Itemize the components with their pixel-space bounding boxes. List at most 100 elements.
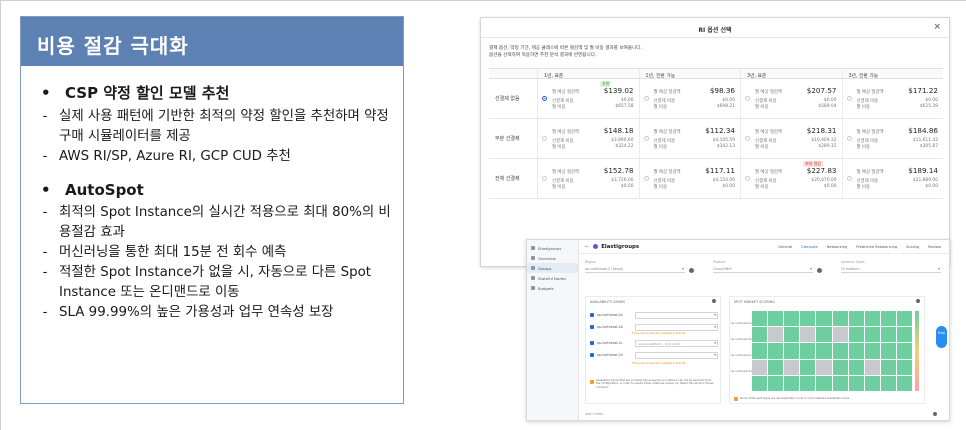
ri-option-cell[interactable]: 월 예상 절감액 $171.22 선결제 비용 $0.00 월 비용 $625.39 [841,79,944,118]
value-amount: $218.31 [806,126,837,135]
checkbox[interactable] [590,353,594,357]
radio-button[interactable] [846,136,852,141]
tab-review[interactable]: Review [928,245,941,249]
value-line: 월 비용 $0.00 [755,184,837,190]
heatmap-cell [832,311,848,327]
subnet-select[interactable]: subnet-0a8f4ec5 - 10.0.1.0/24 [635,339,718,347]
ri-option-cell[interactable]: 월 예상 절감액 $152.78 선결제 비용 $3,726.00 월 비용 $0.00 [537,159,639,198]
heatmap-cell [880,375,896,391]
panel-body: • CSP 약정 할인 모델 추천 - 실제 사용 패턴에 기반한 최적의 약정 할… [21,66,403,323]
stateful-nodes-icon [531,276,535,280]
tab-scaling[interactable]: Scaling [906,245,919,249]
list-item: - 최적의 Spot Instance의 실시간 적용으로 최대 80%의 비용절… [42,205,391,240]
value-amount: $227.83 [806,166,837,175]
list-item: - AWS RI/SP, Azure RI, GCP CUD 추천 [42,149,291,164]
heatmap-cell [816,375,832,391]
sidebar-item-overview[interactable]: Overview [527,253,578,263]
info-icon [817,268,822,273]
value-line: 월 비용 $0.00 [654,184,736,190]
heatmap-cell [784,343,800,359]
ri-option-cell[interactable]: 최대 절감 월 예상 절감액 $227.83 선결제 비용 $20,470.00 월 비용… [740,159,842,198]
radio-button[interactable] [542,176,547,181]
instance-types-select[interactable]: Instance Types t3.medium [841,260,941,273]
sidebar-item-stateful-nodes[interactable]: Stateful Nodes [527,273,578,283]
subnet-select[interactable] [635,351,718,359]
radio-button[interactable] [542,136,547,141]
value-line: 월 비용 $698.21 [654,104,736,110]
ri-option-cell[interactable]: 월 예상 절감액 $189.14 선결제 비용 $21,889.00 월 비용 $0.00 [841,159,944,198]
section-heading-autospot: • AutoSpot [41,181,144,199]
value-amount: $117.11 [705,166,735,175]
region-select[interactable]: Region ap-northeast-2 (Seoul) [585,260,685,273]
product-select[interactable]: Product Linux/UNIX [713,260,813,273]
heatmap-cell [880,311,896,327]
help-tab[interactable]: Help [936,326,947,348]
tab-compute[interactable]: Compute [801,245,817,249]
checkbox[interactable] [590,313,594,317]
heatmap-cell [864,311,880,327]
radio-button[interactable] [542,96,547,101]
value-label: 월 예상 절감액 [856,130,884,135]
ri-option-cell[interactable]: 월 예상 절감액 $218.31 선결제 비용 $10,409.32 월 비용 $289.… [740,119,842,158]
section-heading-csp: • CSP 약정 할인 모델 추천 [41,84,230,102]
back-arrow-icon[interactable]: ← [585,244,589,250]
az-row: ap-northeast-2d [590,351,718,359]
ri-option-cell[interactable]: 월 예상 절감액 $207.57 선결제 비용 $0.00 월 비용 $589.04 [740,79,842,118]
zone-warning: There are no subnets available in this A… [632,362,686,365]
ri-option-cell[interactable]: 월 예상 절감액 $184.86 선결제 비용 $11,611.42 월 비용 $305.… [841,119,944,158]
heatmap-cell [832,343,848,359]
ri-option-cell[interactable]: 월 예상 절감액 $98.36 선결제 비용 $0.00 월 비용 $698.21 [638,79,741,118]
tab-predictive-rebalancing[interactable]: Predictive Rebalancing [856,245,897,249]
value-label: 월 비용 [755,144,769,150]
ri-option-cell[interactable]: 월 예상 절감액 $117.11 선결제 비용 $4,154.00 월 비용 $0.00 [638,159,741,198]
sidebar-item-elastigroups[interactable]: Elastigroups [527,243,578,253]
value-line: 월 예상 절감액 $98.36 [654,86,736,95]
heatmap-row-label: ap-northeast-2a [731,322,752,325]
radio-button[interactable] [643,136,649,141]
ri-option-cell[interactable]: 추천 월 예상 절감액 $139.02 선결제 비용 $0.00 월 비용 $657.58 [537,79,639,118]
tab-general[interactable]: General [778,245,792,249]
heatmap-cell [800,311,816,327]
value-amount: $112.34 [705,126,735,135]
value-label: 월 비용 [856,144,871,150]
heatmap-cell [864,343,880,359]
value-label: 월 비용 [856,184,871,190]
ri-option-cell[interactable]: 월 예상 절감액 $112.34 선결제 비용 $4,105.59 월 비용 $342.1… [638,119,741,158]
value-label: 월 예상 절감액 [653,90,681,95]
az-row: ap-northeast-2b [590,323,718,331]
info-icon [933,412,937,416]
availability-zones-panel: AVAILABILITY ZONES ap-northeast-2a ap-no… [585,296,721,404]
sidebar-item-groups[interactable]: Groups [527,263,578,273]
subnet-select[interactable] [635,311,718,319]
close-icon[interactable]: × [933,22,941,32]
radio-button[interactable] [643,176,649,181]
heatmap-cell [896,343,912,359]
radio-button[interactable] [643,96,649,101]
value-amount: $289.15 [818,143,837,149]
heatmap-cell [832,359,848,375]
heatmap-cell [800,375,816,391]
radio-button[interactable] [846,96,852,101]
heatmap-cell [752,343,768,359]
radio-button[interactable] [745,176,750,181]
heatmap-cell [896,311,912,327]
subnet-select[interactable] [635,323,718,331]
value-amount: $152.78 [603,166,634,175]
sidebar-item-budgets[interactable]: Budgets [527,283,578,293]
list-item: - 실제 사용 패턴에 기반한 최적의 약정 할인을 추천하며 약정 구매 시뮬레… [42,109,389,144]
heatmap-cell [784,359,800,375]
heatmap-cell [752,327,768,343]
checkbox[interactable] [590,341,594,345]
radio-button[interactable] [745,136,750,141]
radio-button[interactable] [745,96,750,101]
elastigroup-logo-icon [593,244,599,249]
az-row: ap-northeast-2a [590,311,718,319]
tab-networking[interactable]: Networking [827,245,848,249]
radio-button[interactable] [846,176,852,181]
value-line: 월 비용 $342.13 [654,144,736,150]
checkbox[interactable] [590,325,594,329]
column-header: 3년, 표준 [740,69,842,79]
ri-option-cell[interactable]: 월 예상 절감액 $148.18 선결제 비용 $3,890.60 월 비용 $324.2… [537,119,639,158]
heatmap-cell [848,359,864,375]
heatmap-cell [864,375,880,391]
